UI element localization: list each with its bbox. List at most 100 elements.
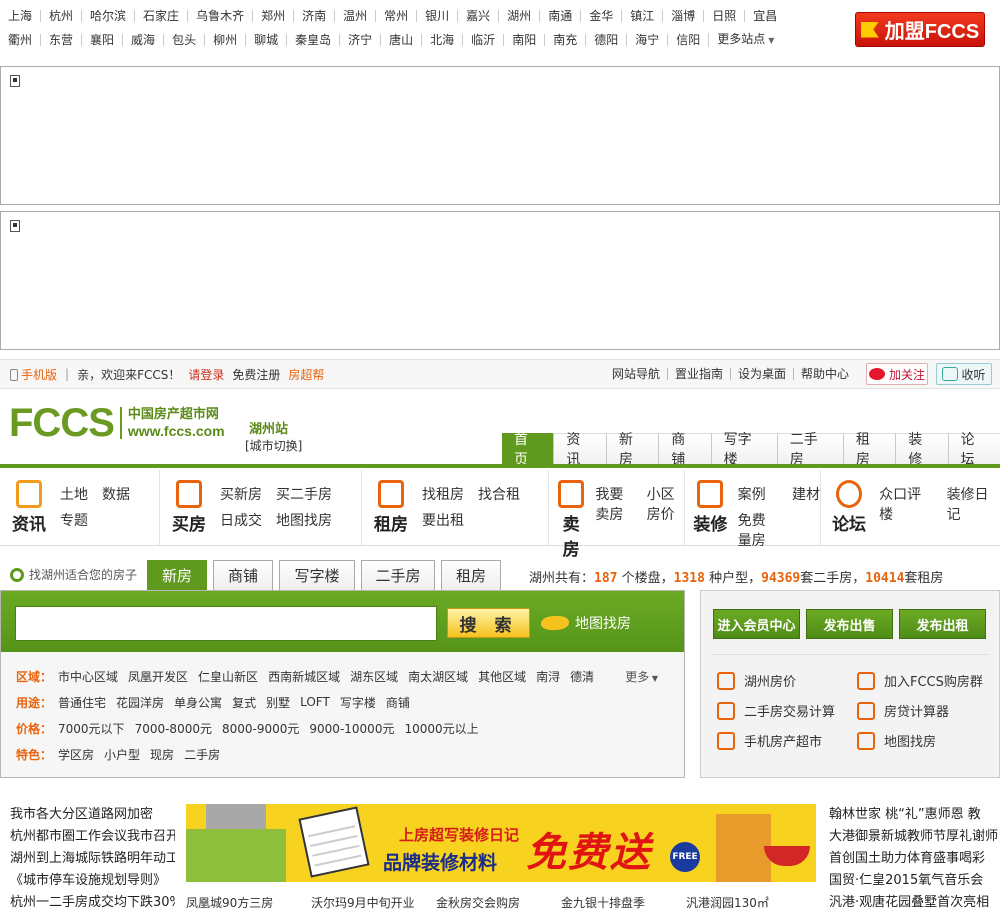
- category-link[interactable]: 地图找房: [276, 510, 332, 530]
- city-link[interactable]: 唐山: [380, 34, 421, 46]
- filter-option[interactable]: 现房: [150, 746, 174, 763]
- member-link[interactable]: 二手房交易计算: [717, 701, 857, 720]
- main-nav-tab[interactable]: 二手房: [776, 432, 843, 468]
- filter-option[interactable]: 西南新城区域: [268, 668, 340, 685]
- main-nav-tab[interactable]: 新房: [605, 432, 659, 468]
- filter-option[interactable]: 学区房: [58, 746, 94, 763]
- city-link[interactable]: 温州: [334, 10, 375, 22]
- category-icon-wrap[interactable]: 论坛: [827, 478, 871, 545]
- filter-option[interactable]: 8000-9000元: [222, 720, 299, 737]
- filter-option[interactable]: 7000-8000元: [135, 720, 212, 737]
- listing-link[interactable]: 金秋房交会购房: [436, 894, 561, 909]
- main-nav-tab[interactable]: 写字楼: [710, 432, 777, 468]
- search-tab[interactable]: 二手房: [361, 560, 435, 590]
- category-link[interactable]: 众口评楼: [879, 484, 932, 524]
- member-center-button[interactable]: 进入会员中心: [713, 609, 800, 639]
- category-link[interactable]: 建材: [792, 484, 820, 504]
- filter-option[interactable]: LOFT: [300, 695, 330, 709]
- category-link[interactable]: 找合租: [478, 484, 520, 504]
- site-logo[interactable]: FCCS 中国房产超市网 www.fccs.com: [9, 403, 225, 443]
- city-link[interactable]: 济宁: [339, 34, 380, 46]
- help-center-link[interactable]: 帮助中心: [792, 368, 856, 380]
- member-link[interactable]: 手机房产超市: [717, 731, 857, 750]
- map-search-link[interactable]: 地图找房: [541, 613, 631, 633]
- city-link[interactable]: 郑州: [252, 10, 293, 22]
- category-link[interactable]: 装修日记: [947, 484, 1000, 524]
- category-icon-wrap[interactable]: 买房: [166, 478, 212, 545]
- filter-option[interactable]: 7000元以下: [58, 720, 125, 737]
- more-cities-link[interactable]: 更多站点: [708, 33, 782, 47]
- city-link[interactable]: 石家庄: [134, 10, 187, 22]
- login-link[interactable]: 请登录: [188, 366, 224, 383]
- filter-option[interactable]: 市中心区域: [58, 668, 118, 685]
- decoration-banner[interactable]: 上房超写装修日记 品牌装修材料 免费送 FREE: [186, 804, 816, 882]
- category-icon-wrap[interactable]: 装修: [691, 478, 730, 545]
- category-link[interactable]: 土地: [60, 484, 88, 504]
- news-link[interactable]: 国贸·仁皇2015氧气音乐会: [829, 870, 999, 892]
- filter-option[interactable]: 普通住宅: [58, 694, 106, 711]
- member-link[interactable]: 房贷计算器: [857, 701, 997, 720]
- city-link[interactable]: 常州: [375, 10, 416, 22]
- city-link[interactable]: 襄阳: [81, 34, 122, 46]
- filter-option[interactable]: 其他区域: [478, 668, 526, 685]
- category-icon-wrap[interactable]: 卖房: [555, 478, 587, 560]
- city-link[interactable]: 哈尔滨: [81, 10, 134, 22]
- filter-option[interactable]: 南太湖区域: [408, 668, 468, 685]
- category-link[interactable]: 买新房: [220, 484, 262, 504]
- city-link[interactable]: 日照: [703, 10, 744, 22]
- news-link[interactable]: 翰林世家 桃“礼”惠师恩 教: [829, 804, 999, 826]
- news-link[interactable]: 汎港·观唐花园叠墅首次亮相: [829, 892, 999, 909]
- category-link[interactable]: 免费量房: [738, 510, 778, 550]
- category-link[interactable]: 找租房: [422, 484, 464, 504]
- city-link[interactable]: 银川: [416, 10, 457, 22]
- category-link[interactable]: 要出租: [422, 510, 464, 530]
- category-link[interactable]: 小区房价: [647, 484, 684, 524]
- helper-link[interactable]: 房超帮: [288, 366, 324, 383]
- listing-link[interactable]: 凤凰城90方三房: [186, 894, 311, 909]
- city-link[interactable]: 杭州: [40, 10, 81, 22]
- member-link[interactable]: 地图找房: [857, 731, 997, 750]
- city-link[interactable]: 信阳: [667, 34, 708, 46]
- city-link[interactable]: 包头: [163, 34, 204, 46]
- buying-guide-link[interactable]: 置业指南: [666, 368, 730, 380]
- city-link[interactable]: 济南: [293, 10, 334, 22]
- filter-option[interactable]: 9000-10000元: [309, 720, 394, 737]
- listing-link[interactable]: 沃尔玛9月中旬开业: [311, 894, 436, 909]
- city-link[interactable]: 淄博: [662, 10, 703, 22]
- search-tab[interactable]: 租房: [441, 560, 501, 590]
- news-link[interactable]: 湖州到上海城际铁路明年动工: [10, 848, 175, 870]
- city-link[interactable]: 镇江: [621, 10, 662, 22]
- category-link[interactable]: 专题: [60, 510, 88, 530]
- filter-option[interactable]: 写字楼: [340, 694, 376, 711]
- mobile-version-link[interactable]: 手机版: [10, 366, 57, 383]
- site-nav-link[interactable]: 网站导航: [605, 368, 667, 380]
- category-icon-wrap[interactable]: 资讯: [6, 478, 52, 545]
- city-link[interactable]: 南通: [539, 10, 580, 22]
- city-link[interactable]: 秦皇岛: [286, 34, 339, 46]
- main-nav-tab[interactable]: 首页: [502, 432, 554, 468]
- city-link[interactable]: 嘉兴: [457, 10, 498, 22]
- filter-option[interactable]: 二手房: [184, 746, 220, 763]
- search-tab[interactable]: 新房: [147, 560, 207, 590]
- publish-rent-button[interactable]: 发布出租: [899, 609, 986, 639]
- category-link[interactable]: 我要卖房: [595, 484, 632, 524]
- filter-option[interactable]: 仁皇山新区: [198, 668, 258, 685]
- filter-option[interactable]: 小户型: [104, 746, 140, 763]
- filter-option[interactable]: 凤凰开发区: [128, 668, 188, 685]
- news-link[interactable]: 杭州一二手房成交均下跌30%: [10, 892, 175, 909]
- filter-option[interactable]: 德清: [570, 668, 594, 685]
- search-button[interactable]: 搜 索: [447, 608, 530, 638]
- news-link[interactable]: 大港御景新城教师节厚礼谢师: [829, 826, 999, 848]
- main-nav-tab[interactable]: 租房: [842, 432, 896, 468]
- filter-option[interactable]: 花园洋房: [116, 694, 164, 711]
- city-link[interactable]: 南充: [544, 34, 585, 46]
- city-link[interactable]: 南阳: [503, 34, 544, 46]
- set-desktop-link[interactable]: 设为桌面: [729, 368, 793, 380]
- city-link[interactable]: 东营: [40, 34, 81, 46]
- category-link[interactable]: 日成交: [220, 510, 262, 530]
- city-link[interactable]: 上海: [0, 10, 40, 22]
- city-link[interactable]: 衢州: [0, 34, 40, 46]
- listing-link[interactable]: 汎港润园130㎡: [686, 894, 811, 909]
- city-link[interactable]: 宜昌: [744, 10, 785, 22]
- publish-sale-button[interactable]: 发布出售: [806, 609, 893, 639]
